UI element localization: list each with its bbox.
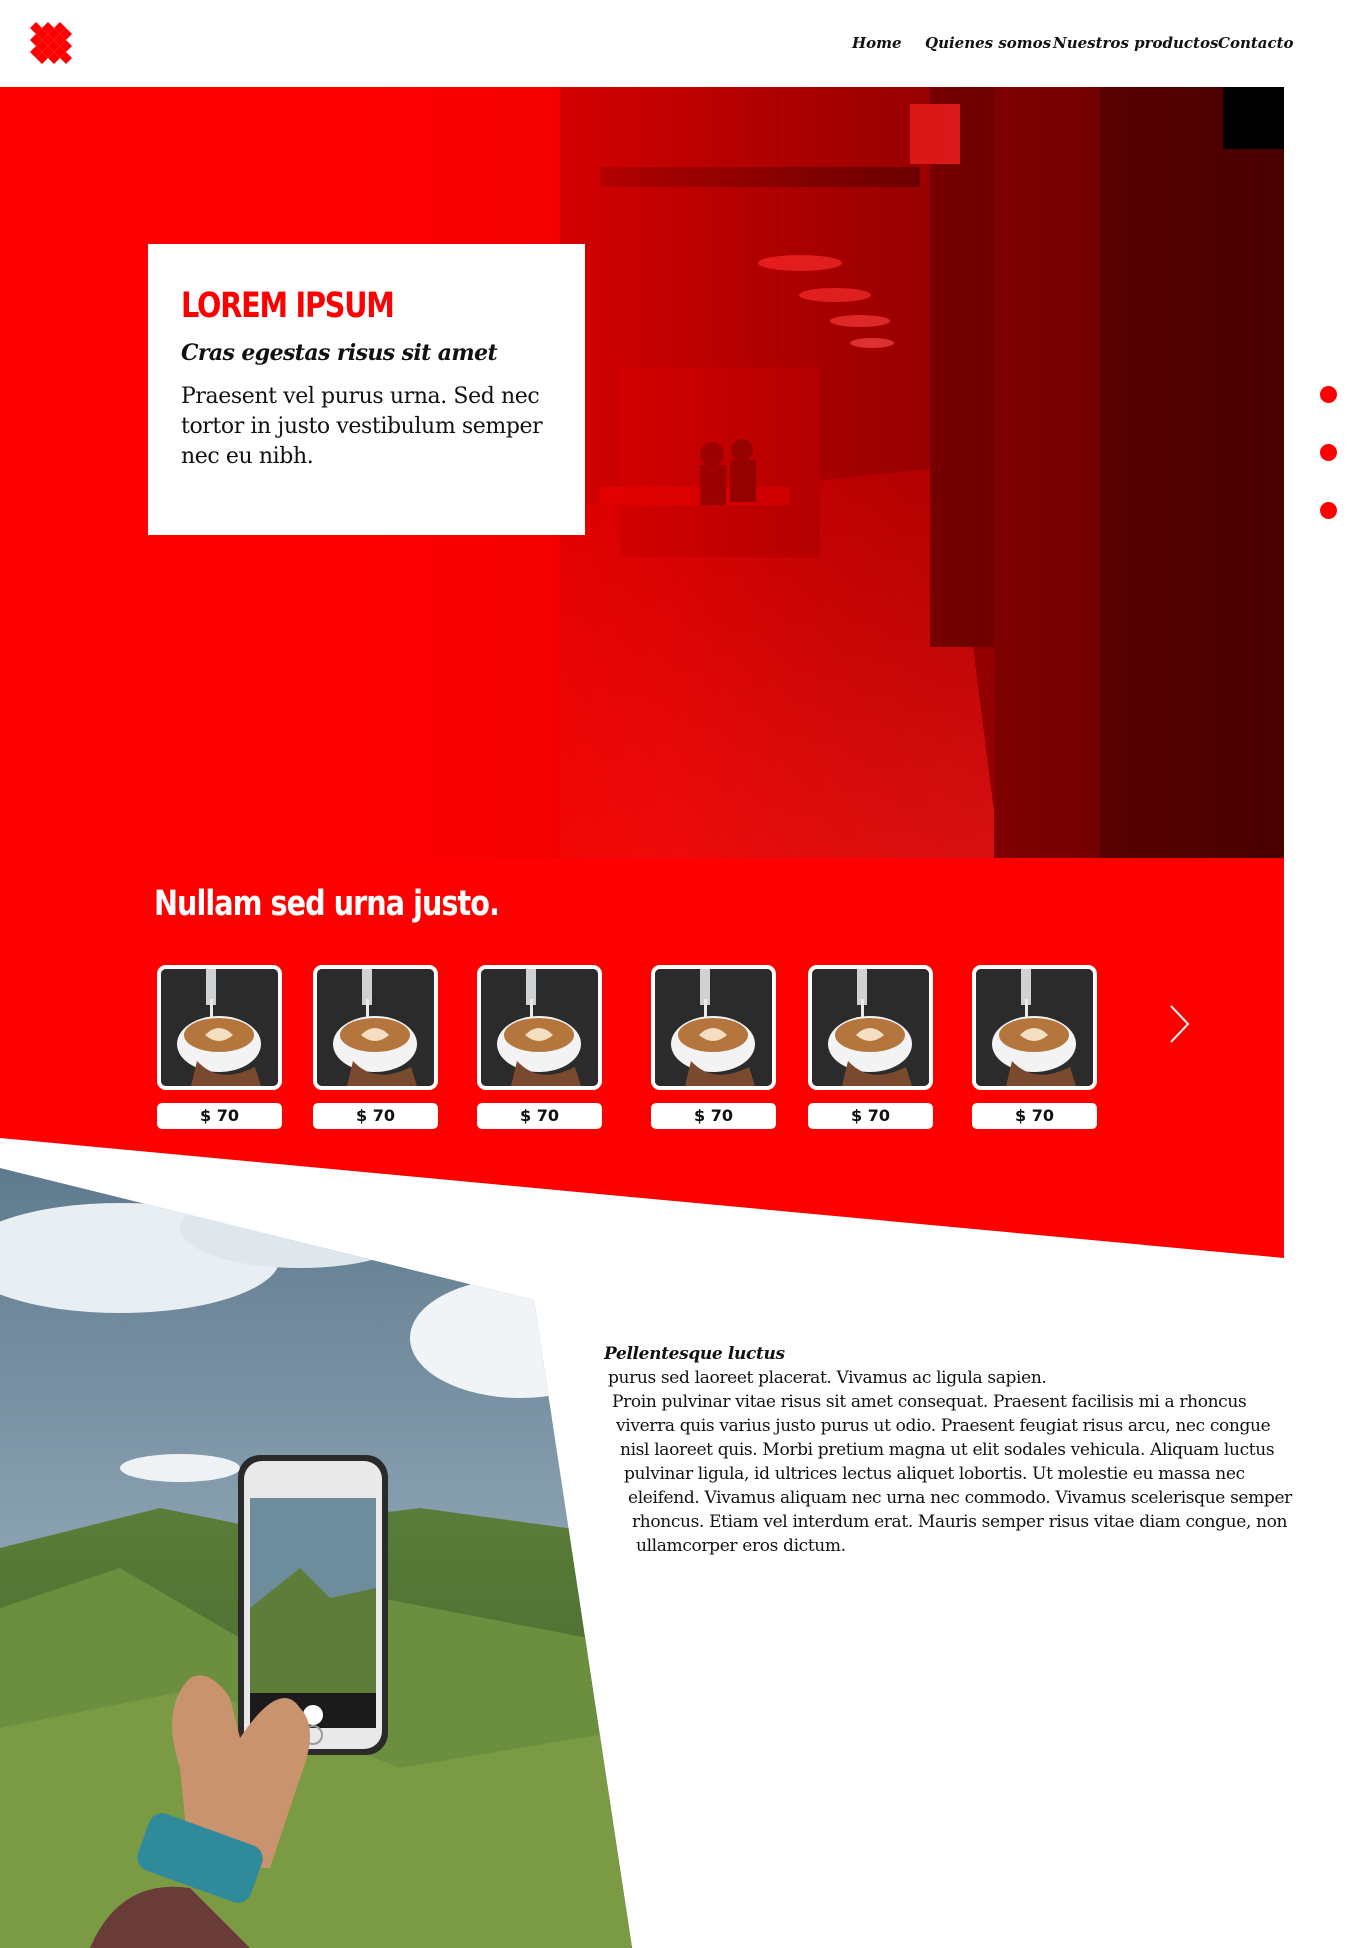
slider-dots	[1320, 386, 1338, 519]
nav-about[interactable]: Quienes somos	[925, 34, 1051, 52]
product-price: $ 70	[157, 1103, 282, 1129]
article-line: nisl laoreet quis. Morbi pretium magna u…	[620, 1440, 1275, 1460]
article-title: Pellentesque luctus	[604, 1344, 785, 1364]
main-nav: Home Quienes somos Nuestros productos Co…	[0, 34, 1366, 58]
product-price: $ 70	[808, 1103, 933, 1129]
article-line: Proin pulvinar vitae risus sit amet cons…	[612, 1392, 1247, 1412]
article-line: pulvinar ligula, id ultrices lectus aliq…	[624, 1464, 1245, 1484]
latte-art-image	[157, 965, 282, 1090]
latte-art-image	[477, 965, 602, 1090]
article-line: rhoncus. Etiam vel interdum erat. Mauris…	[632, 1512, 1288, 1532]
hero-card: LOREM IPSUM Cras egestas risus sit amet …	[148, 244, 585, 535]
slider-dot-3[interactable]	[1320, 502, 1337, 519]
product-card[interactable]: $ 70	[651, 965, 776, 1129]
product-price: $ 70	[972, 1103, 1097, 1129]
hero-body: Praesent vel purus urna. Sed nec tortor …	[181, 384, 543, 469]
product-card[interactable]: $ 70	[313, 965, 438, 1129]
latte-art-image	[972, 965, 1097, 1090]
article-line: ullamcorper eros dictum.	[636, 1536, 846, 1556]
article-block: Pellentesque luctus purus sed laoreet pl…	[604, 1342, 1304, 1558]
product-price: $ 70	[313, 1103, 438, 1129]
product-price: $ 70	[651, 1103, 776, 1129]
phone-landscape-image	[0, 1168, 632, 1948]
article-line: purus sed laoreet placerat. Vivamus ac l…	[608, 1368, 1047, 1388]
corner-block	[1223, 87, 1284, 149]
product-card[interactable]: $ 70	[972, 965, 1097, 1129]
hero-subtitle: Cras egestas risus sit amet	[181, 340, 498, 366]
latte-art-image	[651, 965, 776, 1090]
latte-art-image	[313, 965, 438, 1090]
slider-dot-1[interactable]	[1320, 386, 1337, 403]
chevron-right-icon[interactable]	[1168, 1003, 1192, 1045]
product-card[interactable]: $ 70	[477, 965, 602, 1129]
slider-dot-2[interactable]	[1320, 444, 1337, 461]
product-card[interactable]: $ 70	[808, 965, 933, 1129]
product-card[interactable]: $ 70	[157, 965, 282, 1129]
article-line: viverra quis varius justo purus ut odio.…	[616, 1416, 1271, 1436]
article-line: eleifend. Vivamus aliquam nec urna nec c…	[628, 1488, 1292, 1508]
products-title: Nullam sed urna justo.	[154, 884, 500, 924]
latte-art-image	[808, 965, 933, 1090]
nav-home[interactable]: Home	[852, 34, 902, 52]
nav-contact[interactable]: Contacto	[1218, 34, 1294, 52]
hero-title: LOREM IPSUM	[181, 286, 395, 326]
product-price: $ 70	[477, 1103, 602, 1129]
nav-products[interactable]: Nuestros productos	[1053, 34, 1218, 52]
